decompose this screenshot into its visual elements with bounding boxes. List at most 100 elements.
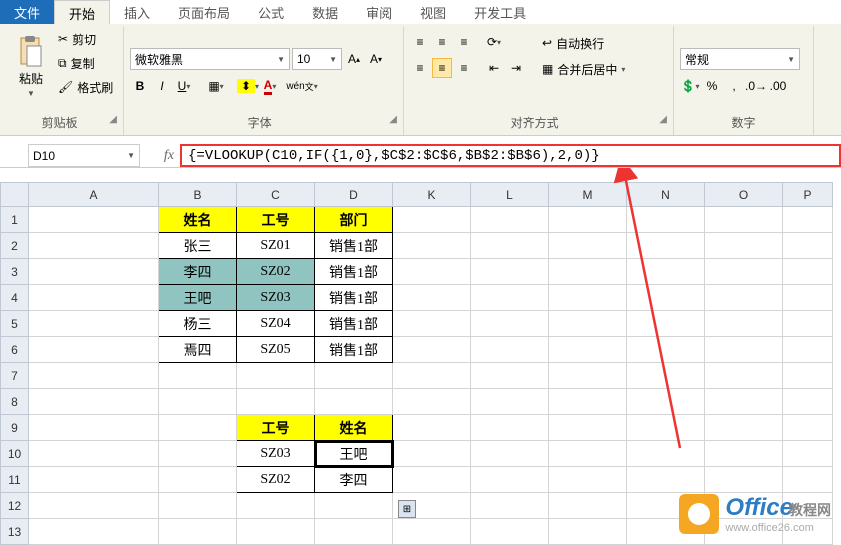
tab-insert[interactable]: 插入 bbox=[110, 0, 164, 24]
col-header[interactable]: A bbox=[29, 183, 159, 207]
cell[interactable]: SZ02 bbox=[237, 259, 315, 285]
cell[interactable]: SZ01 bbox=[237, 233, 315, 259]
tab-dev[interactable]: 开发工具 bbox=[460, 0, 540, 24]
align-bottom-button[interactable]: ≡ bbox=[454, 32, 474, 52]
cell[interactable]: 工号 bbox=[237, 415, 315, 441]
cell[interactable]: SZ05 bbox=[237, 337, 315, 363]
col-header[interactable]: P bbox=[783, 183, 833, 207]
cell[interactable]: 杨三 bbox=[159, 311, 237, 337]
cell[interactable]: 李四 bbox=[315, 467, 393, 493]
font-name-combo[interactable]: 微软雅黑▼ bbox=[130, 48, 290, 70]
row-header[interactable]: 6 bbox=[1, 337, 29, 363]
tab-file[interactable]: 文件 bbox=[0, 0, 54, 24]
align-center-button[interactable]: ≡ bbox=[432, 58, 452, 78]
dec-decimal-button[interactable]: .00 bbox=[768, 76, 788, 96]
col-header[interactable]: K bbox=[393, 183, 471, 207]
row-header[interactable]: 1 bbox=[1, 207, 29, 233]
align-right-button[interactable]: ≡ bbox=[454, 58, 474, 78]
align-middle-button[interactable]: ≡ bbox=[432, 32, 452, 52]
row-header[interactable]: 2 bbox=[1, 233, 29, 259]
underline-button[interactable]: U▾ bbox=[174, 76, 194, 96]
tab-page-layout[interactable]: 页面布局 bbox=[164, 0, 244, 24]
row-header[interactable]: 12 bbox=[1, 493, 29, 519]
tab-view[interactable]: 视图 bbox=[406, 0, 460, 24]
row-header[interactable]: 10 bbox=[1, 441, 29, 467]
spreadsheet-grid[interactable]: A B C D K L M N O P 1 姓名 工号 部门 2 张三 SZ01… bbox=[0, 182, 833, 545]
cell-selected[interactable]: 王吧 bbox=[315, 441, 393, 467]
cell[interactable]: SZ04 bbox=[237, 311, 315, 337]
cell[interactable]: 焉四 bbox=[159, 337, 237, 363]
orientation-button[interactable]: ⟳▾ bbox=[484, 32, 504, 52]
inc-decimal-button[interactable]: .0→ bbox=[746, 76, 766, 96]
tab-home[interactable]: 开始 bbox=[54, 0, 110, 24]
row-header[interactable]: 11 bbox=[1, 467, 29, 493]
smart-tag-icon[interactable]: ⊞ bbox=[398, 500, 416, 518]
bold-button[interactable]: B bbox=[130, 76, 150, 96]
cell[interactable]: SZ03 bbox=[237, 441, 315, 467]
tab-data[interactable]: 数据 bbox=[298, 0, 352, 24]
ribbon: 粘贴 ▼ ✂ 剪切 ⧉ 复制 🖌 格式刷 剪贴板◢ bbox=[0, 24, 841, 136]
cell[interactable]: 姓名 bbox=[159, 207, 237, 233]
currency-button[interactable]: 💲▾ bbox=[680, 76, 700, 96]
row-header[interactable]: 13 bbox=[1, 519, 29, 545]
indent-dec-button[interactable]: ⇤ bbox=[484, 58, 504, 78]
row-header[interactable]: 8 bbox=[1, 389, 29, 415]
col-header[interactable]: M bbox=[549, 183, 627, 207]
cell[interactable]: 销售1部 bbox=[315, 311, 393, 337]
tab-review[interactable]: 审阅 bbox=[352, 0, 406, 24]
col-header[interactable]: B bbox=[159, 183, 237, 207]
row-header[interactable]: 9 bbox=[1, 415, 29, 441]
align-left-button[interactable]: ≡ bbox=[410, 58, 430, 78]
dialog-launcher-icon[interactable]: ◢ bbox=[389, 114, 397, 125]
col-header[interactable]: L bbox=[471, 183, 549, 207]
font-color-button[interactable]: A▾ bbox=[260, 76, 280, 96]
dialog-launcher-icon[interactable]: ◢ bbox=[659, 114, 667, 125]
comma-button[interactable]: , bbox=[724, 76, 744, 96]
merge-center-button[interactable]: ▦ 合并后居中▾ bbox=[540, 58, 627, 80]
wrap-text-button[interactable]: ↩ 自动换行 bbox=[540, 32, 627, 54]
font-size-combo[interactable]: 10▼ bbox=[292, 48, 342, 70]
col-header[interactable]: N bbox=[627, 183, 705, 207]
tab-formula[interactable]: 公式 bbox=[244, 0, 298, 24]
copy-button[interactable]: ⧉ 复制 bbox=[56, 52, 115, 74]
row-header[interactable]: 3 bbox=[1, 259, 29, 285]
row-header[interactable]: 5 bbox=[1, 311, 29, 337]
col-header[interactable]: O bbox=[705, 183, 783, 207]
row-header[interactable]: 7 bbox=[1, 363, 29, 389]
cell[interactable]: 王吧 bbox=[159, 285, 237, 311]
fill-color-button[interactable]: ⬍▾ bbox=[238, 76, 258, 96]
cut-button[interactable]: ✂ 剪切 bbox=[56, 28, 115, 50]
percent-button[interactable]: % bbox=[702, 76, 722, 96]
increase-font-button[interactable]: A▴ bbox=[344, 49, 364, 69]
font-name-value: 微软雅黑 bbox=[135, 51, 183, 68]
formula-bar: D10 ▼ fx {=VLOOKUP(C10,IF({1,0},$C$2:$C$… bbox=[0, 144, 841, 168]
paste-button[interactable]: 粘贴 ▼ bbox=[10, 28, 52, 106]
phonetic-button[interactable]: wén文▾ bbox=[292, 76, 312, 96]
cell[interactable]: SZ03 bbox=[237, 285, 315, 311]
dialog-launcher-icon[interactable]: ◢ bbox=[109, 114, 117, 125]
col-header[interactable]: D bbox=[315, 183, 393, 207]
cell[interactable]: 销售1部 bbox=[315, 259, 393, 285]
number-format-combo[interactable]: 常规▼ bbox=[680, 48, 800, 70]
select-all[interactable] bbox=[1, 183, 29, 207]
cell[interactable]: 张三 bbox=[159, 233, 237, 259]
formula-input[interactable]: {=VLOOKUP(C10,IF({1,0},$C$2:$C$6,$B$2:$B… bbox=[180, 144, 841, 167]
format-painter-button[interactable]: 🖌 格式刷 bbox=[56, 76, 115, 98]
align-top-button[interactable]: ≡ bbox=[410, 32, 430, 52]
cell[interactable]: 李四 bbox=[159, 259, 237, 285]
cell[interactable]: 工号 bbox=[237, 207, 315, 233]
italic-button[interactable]: I bbox=[152, 76, 172, 96]
cell[interactable]: 销售1部 bbox=[315, 285, 393, 311]
decrease-font-button[interactable]: A▾ bbox=[366, 49, 386, 69]
cell[interactable]: 部门 bbox=[315, 207, 393, 233]
cell[interactable]: 销售1部 bbox=[315, 337, 393, 363]
cell[interactable]: 销售1部 bbox=[315, 233, 393, 259]
border-button[interactable]: ▦▾ bbox=[206, 76, 226, 96]
cell[interactable]: SZ02 bbox=[237, 467, 315, 493]
row-header[interactable]: 4 bbox=[1, 285, 29, 311]
indent-inc-button[interactable]: ⇥ bbox=[506, 58, 526, 78]
fx-icon[interactable]: fx bbox=[140, 144, 180, 167]
col-header[interactable]: C bbox=[237, 183, 315, 207]
name-box[interactable]: D10 ▼ bbox=[28, 144, 140, 167]
cell[interactable]: 姓名 bbox=[315, 415, 393, 441]
